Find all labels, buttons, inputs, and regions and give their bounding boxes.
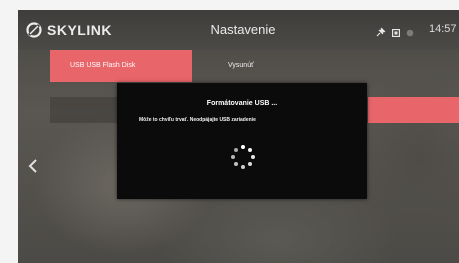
usb-device-item[interactable]: USB USB Flash Disk	[50, 50, 192, 82]
record-icon	[391, 24, 401, 42]
brand-logo: SKYLINK	[26, 21, 112, 39]
chevron-left-icon[interactable]	[26, 156, 40, 176]
page-title: Nastavenie	[210, 22, 276, 37]
dialog-title: Formátovanie USB ...	[206, 100, 278, 107]
clock: 14:57	[429, 23, 457, 35]
eject-item[interactable]: Vysunúť	[228, 50, 254, 82]
settings-menu: USB USB Flash Disk Vysunúť	[50, 50, 459, 82]
highlight-strip	[368, 97, 459, 123]
standby-icon	[406, 24, 414, 42]
status-icons	[376, 24, 414, 42]
tv-screen: SKYLINK Nastavenie 14:57 USB USB Flash D…	[18, 10, 459, 263]
dialog-message: Môže to chvíľu trvať. Neodpájajte USB za…	[139, 117, 256, 123]
loading-spinner-icon	[231, 145, 255, 169]
format-dialog: Formátovanie USB ... Môže to chvíľu trva…	[117, 83, 367, 199]
satellite-icon	[376, 24, 386, 42]
top-bar: SKYLINK Nastavenie 14:57	[18, 10, 459, 50]
brand-name: SKYLINK	[47, 22, 112, 38]
skylink-logo-icon	[26, 22, 42, 38]
